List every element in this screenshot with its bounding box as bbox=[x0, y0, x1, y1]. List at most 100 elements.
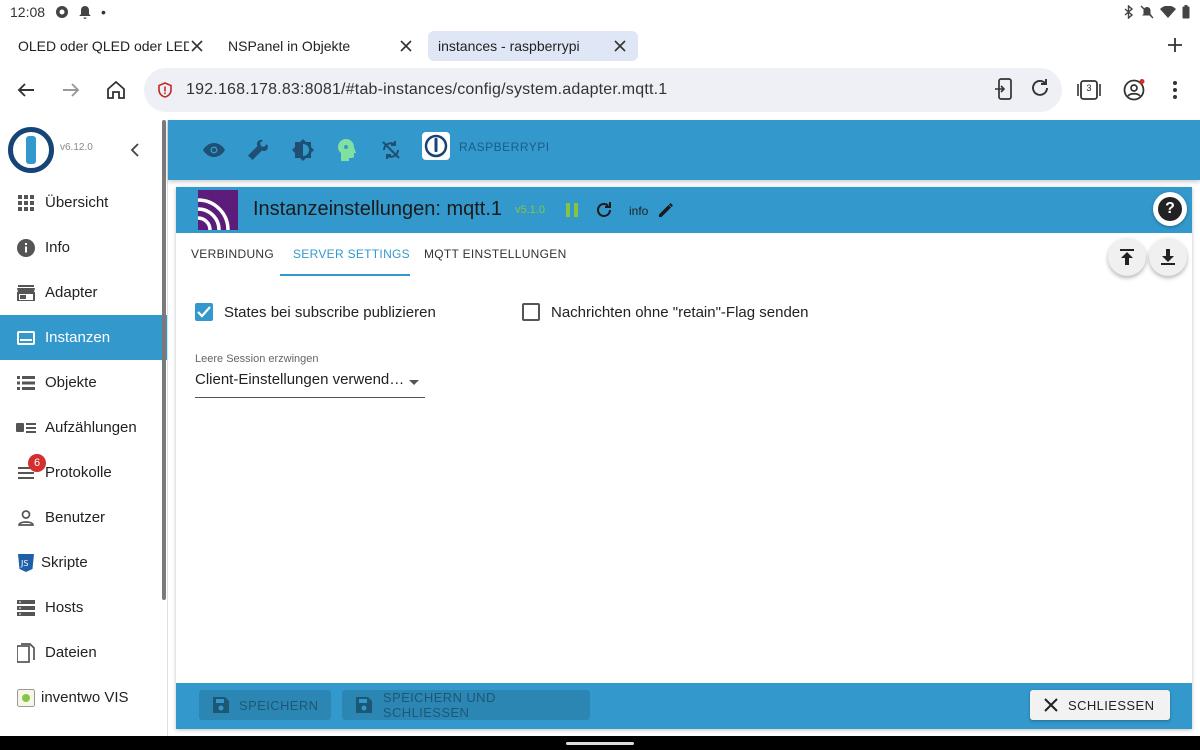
plus-icon bbox=[1168, 38, 1182, 52]
tab-server-settings[interactable]: SERVER SETTINGS bbox=[293, 247, 410, 261]
chevron-down-icon bbox=[409, 380, 419, 385]
forward-button[interactable] bbox=[59, 78, 83, 102]
publish-on-subscribe-option[interactable]: States bei subscribe publizieren bbox=[195, 303, 436, 321]
sidebar-item-uebersicht[interactable]: Übersicht bbox=[0, 180, 167, 225]
sidebar-item-dateien[interactable]: Dateien bbox=[0, 630, 167, 675]
sidebar-item-label: Adapter bbox=[45, 284, 98, 301]
brightness-icon bbox=[292, 139, 314, 161]
browser-tab-oled[interactable]: OLED oder QLED oder LED - bbox=[8, 31, 214, 61]
theme-button[interactable] bbox=[291, 138, 315, 162]
close-icon[interactable] bbox=[189, 38, 204, 54]
tab-count: 3 bbox=[1086, 83, 1092, 93]
clock: 12:08 bbox=[10, 4, 46, 20]
tab-title: NSPanel in Objekte bbox=[228, 38, 351, 54]
save-label: SPEICHERN bbox=[239, 697, 319, 713]
download-icon bbox=[1161, 249, 1175, 265]
host-logo[interactable] bbox=[422, 132, 450, 160]
sidebar-item-skripte[interactable]: JS Skripte bbox=[0, 540, 167, 585]
sidebar-item-label: Aufzählungen bbox=[45, 419, 137, 436]
store-icon bbox=[16, 283, 36, 303]
bluetooth-icon bbox=[1124, 5, 1134, 19]
tab-mqtt-einstellungen[interactable]: MQTT EINSTELLUNGEN bbox=[424, 247, 567, 261]
head-icon bbox=[338, 139, 356, 161]
help-button[interactable]: ? bbox=[1153, 192, 1187, 226]
help-icon: ? bbox=[1158, 197, 1182, 221]
silent-icon bbox=[1140, 5, 1154, 19]
sidebar-item-hosts[interactable]: Hosts bbox=[0, 585, 167, 630]
restart-instance-button[interactable] bbox=[592, 198, 616, 222]
sync-button[interactable] bbox=[379, 138, 403, 162]
browser-tab-nspanel[interactable]: NSPanel in Objekte bbox=[218, 31, 424, 61]
close-button[interactable]: SCHLIESSEN bbox=[1030, 690, 1170, 720]
expert-head-button[interactable] bbox=[335, 138, 359, 162]
active-tab-indicator bbox=[280, 274, 410, 276]
host-name[interactable]: RASPBERRYPI bbox=[459, 140, 550, 154]
iobroker-logo[interactable] bbox=[8, 127, 54, 173]
upload-settings-button[interactable] bbox=[1108, 238, 1146, 276]
download-settings-button[interactable] bbox=[1149, 238, 1187, 276]
publish-on-subscribe-checkbox[interactable] bbox=[195, 303, 213, 321]
sidebar-item-inventwo-vis[interactable]: inventwo VIS bbox=[0, 675, 167, 720]
notification-badge: 6 bbox=[28, 454, 46, 472]
sidebar-item-label: Instanzen bbox=[45, 329, 111, 346]
install-app-icon[interactable] bbox=[994, 78, 1014, 100]
user-icon bbox=[16, 508, 36, 528]
expert-mode-button[interactable] bbox=[246, 138, 270, 162]
close-icon[interactable] bbox=[398, 38, 414, 54]
edit-log-level-button[interactable] bbox=[654, 198, 678, 222]
site-warning-icon[interactable] bbox=[158, 82, 172, 98]
home-icon bbox=[107, 81, 125, 99]
sidebar-item-instanzen[interactable]: Instanzen bbox=[0, 315, 167, 360]
browser-menu-button[interactable] bbox=[1163, 78, 1187, 102]
battery-icon bbox=[1182, 5, 1190, 19]
browser-toolbar: 192.168.178.83:8081/#tab-instances/confi… bbox=[0, 68, 1200, 112]
tab-switcher-button[interactable]: 3 bbox=[1077, 78, 1101, 102]
save-button[interactable]: SPEICHERN bbox=[199, 690, 331, 720]
home-gesture-handle[interactable] bbox=[566, 742, 634, 745]
sidebar-item-adapter[interactable]: Adapter bbox=[0, 270, 167, 315]
sidebar-item-label: Hosts bbox=[45, 599, 84, 616]
close-icon[interactable] bbox=[612, 38, 628, 54]
sidebar-item-protokolle[interactable]: 6 Protokolle bbox=[0, 450, 167, 495]
tab-verbindung[interactable]: VERBINDUNG bbox=[191, 247, 274, 261]
no-retain-option[interactable]: Nachrichten ohne "retain"-Flag senden bbox=[522, 303, 808, 321]
sidebar: v6.12.0 Übersicht Info Adapter Instanzen… bbox=[0, 120, 168, 736]
back-button[interactable] bbox=[14, 78, 38, 102]
tab-title: instances - raspberrypi bbox=[438, 38, 580, 54]
sidebar-item-label: Objekte bbox=[45, 374, 97, 391]
pause-icon bbox=[566, 203, 578, 217]
address-bar[interactable]: 192.168.178.83:8081/#tab-instances/confi… bbox=[144, 68, 1062, 112]
pause-instance-button[interactable] bbox=[560, 198, 584, 222]
url-text[interactable]: 192.168.178.83:8081/#tab-instances/confi… bbox=[186, 81, 667, 99]
chevron-left-icon bbox=[130, 143, 139, 157]
sidebar-item-label: Dateien bbox=[45, 644, 97, 661]
sidebar-item-aufzaehlungen[interactable]: Aufzählungen bbox=[0, 405, 167, 450]
browser-tab-instances[interactable]: instances - raspberrypi bbox=[428, 31, 638, 61]
refresh-icon bbox=[597, 202, 611, 217]
sidebar-item-objekte[interactable]: Objekte bbox=[0, 360, 167, 405]
profile-button[interactable] bbox=[1122, 78, 1146, 102]
new-tab-button[interactable] bbox=[1164, 34, 1186, 56]
save-and-close-button[interactable]: SPEICHERN UND SCHLIESSEN bbox=[342, 690, 590, 720]
app-version: v6.12.0 bbox=[60, 141, 93, 153]
sidebar-scrollbar[interactable] bbox=[162, 120, 166, 600]
pencil-icon bbox=[659, 203, 673, 217]
visibility-button[interactable] bbox=[202, 138, 226, 162]
info-icon bbox=[16, 238, 36, 258]
sidebar-item-benutzer[interactable]: Benutzer bbox=[0, 495, 167, 540]
sidebar-item-label: Info bbox=[45, 239, 71, 256]
sidebar-item-info[interactable]: Info bbox=[0, 225, 167, 270]
log-level-info[interactable]: info bbox=[629, 204, 648, 218]
settings-tabs: VERBINDUNG SERVER SETTINGS MQTT EINSTELL… bbox=[176, 233, 1192, 277]
list-icon bbox=[16, 373, 36, 393]
no-retain-checkbox[interactable] bbox=[522, 303, 540, 321]
reload-icon[interactable] bbox=[1030, 78, 1050, 98]
clean-session-select[interactable]: Client-Einstellungen verwend… bbox=[195, 371, 425, 398]
collapse-sidebar-button[interactable] bbox=[125, 140, 145, 160]
check-icon bbox=[197, 306, 211, 318]
sidebar-item-label: Protokolle bbox=[45, 464, 112, 481]
eye-icon bbox=[203, 143, 225, 157]
tab-title: OLED oder QLED oder LED - bbox=[18, 38, 190, 54]
home-button[interactable] bbox=[104, 78, 128, 102]
files-icon bbox=[16, 642, 36, 663]
